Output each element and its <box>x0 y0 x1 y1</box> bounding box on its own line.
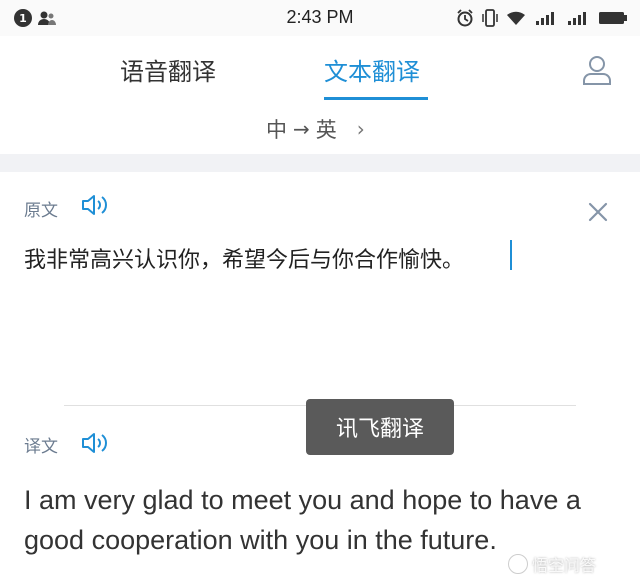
speaker-icon[interactable] <box>80 193 110 217</box>
speaker-icon[interactable] <box>80 431 110 455</box>
source-language: 中 <box>266 118 287 142</box>
signal-icon <box>536 12 554 25</box>
status-right <box>456 8 628 28</box>
wifi-icon <box>507 11 525 25</box>
source-text-input[interactable]: 我非常高兴认识你，希望今后与你合作愉快。 <box>24 242 464 274</box>
language-row: 中 → 英 › <box>0 102 640 154</box>
chevron-right-icon: › <box>356 117 365 141</box>
user-icon[interactable] <box>580 53 614 87</box>
tab-text-translation[interactable]: 文本翻译 <box>324 52 420 87</box>
arrow-right-icon: → <box>293 117 310 141</box>
vibrate-icon <box>482 9 498 27</box>
section-separator <box>0 154 640 172</box>
watermark: 悟空问答 <box>508 552 596 576</box>
translation-output: I am very glad to meet you and hope to h… <box>24 485 581 555</box>
alarm-icon <box>457 9 473 27</box>
signal-icon <box>568 12 586 25</box>
status-bar: 1 2:43 PM <box>0 0 640 36</box>
language-selector[interactable]: 中 → 英 › <box>266 114 365 144</box>
watermark-logo-icon <box>508 554 528 574</box>
tab-voice-translation[interactable]: 语音翻译 <box>120 52 216 87</box>
target-language: 英 <box>315 118 337 142</box>
watermark-text: 悟空问答 <box>532 556 597 575</box>
text-cursor <box>510 240 512 270</box>
translation-label: 译文 <box>24 437 58 457</box>
source-label: 原文 <box>24 201 58 221</box>
tab-bar: 语音翻译 文本翻译 <box>0 36 640 102</box>
battery-icon <box>599 12 627 24</box>
toast-message: 讯飞翻译 <box>306 399 454 455</box>
close-icon[interactable] <box>586 200 610 224</box>
active-tab-indicator <box>324 97 428 100</box>
